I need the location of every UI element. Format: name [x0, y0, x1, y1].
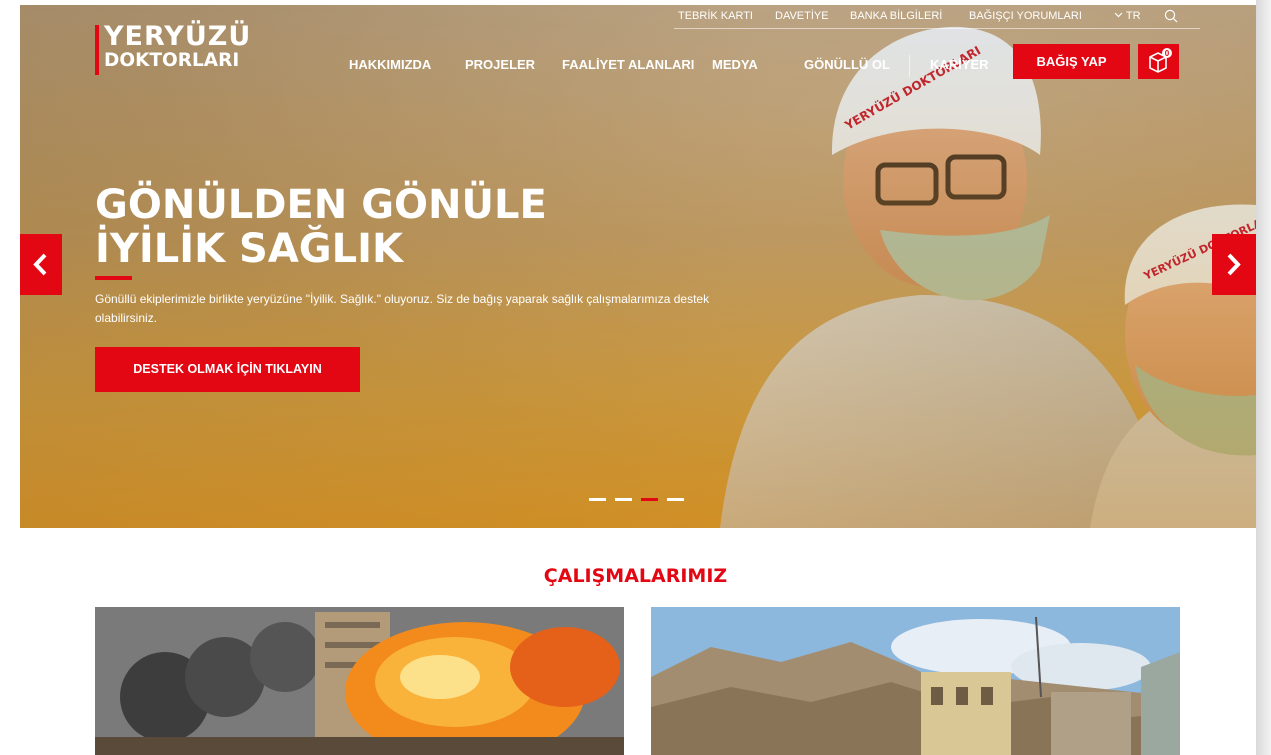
slider-next-button[interactable]	[1212, 234, 1256, 295]
hero-slider: YERYÜZÜ DOKTORLARI YERYÜZÜ DOKTORLARI YE…	[20, 5, 1256, 528]
chevron-right-icon	[1227, 253, 1241, 276]
nav-projects[interactable]: PROJELER	[465, 57, 535, 72]
slide-dot-4[interactable]	[667, 498, 684, 501]
hero-title-line1: GÖNÜLDEN GÖNÜLE	[95, 182, 547, 228]
nav-media[interactable]: MEDYA	[712, 57, 758, 72]
hero-accent-rule	[95, 276, 132, 280]
work-card-1[interactable]	[95, 607, 624, 755]
logo-line1: YERYÜZÜ	[104, 21, 252, 52]
slide-dot-2[interactable]	[615, 498, 632, 501]
gift-box-icon: 0	[1149, 48, 1172, 73]
util-link-bank-info[interactable]: BANKA BİLGİLERİ	[850, 10, 942, 22]
util-link-greeting-card[interactable]: TEBRİK KARTI	[678, 10, 753, 22]
nav-career[interactable]: KARİYER	[930, 57, 989, 72]
hero-cta-button[interactable]: DESTEK OLMAK İÇİN TIKLAYIN	[95, 347, 360, 392]
slider-prev-button[interactable]	[20, 234, 62, 295]
nav-about[interactable]: HAKKIMIZDA	[349, 57, 431, 72]
nav-areas[interactable]: FAALİYET ALANLARI	[562, 57, 694, 72]
util-link-donor-reviews[interactable]: BAĞIŞÇI YORUMLARI	[969, 10, 1082, 22]
cart-count-badge: 0	[1165, 49, 1170, 58]
util-link-invitation[interactable]: DAVETİYE	[775, 10, 829, 22]
hero-description: Gönüllü ekiplerimizle birlikte yeryüzüne…	[95, 292, 710, 325]
nav-volunteer[interactable]: GÖNÜLLÜ OL	[804, 57, 890, 72]
chevron-down-icon	[1114, 12, 1123, 18]
slide-dot-1[interactable]	[589, 498, 606, 501]
hero-title-line2: İYİLİK SAĞLIK	[95, 226, 403, 272]
section-title: ÇALIŞMALARIMIZ	[543, 565, 728, 587]
utility-nav: TEBRİK KARTI DAVETİYE BANKA BİLGİLERİ BA…	[674, 7, 1194, 29]
cart-button[interactable]: 0	[1138, 44, 1179, 79]
work-card-2[interactable]	[651, 607, 1180, 755]
language-selector[interactable]: TR	[1114, 10, 1141, 22]
slide-dot-3-active[interactable]	[641, 498, 658, 501]
donate-button[interactable]: BAĞIŞ YAP	[1013, 44, 1130, 79]
homepage: YERYÜZÜ DOKTORLARI YERYÜZÜ DOKTORLARI YE…	[0, 0, 1271, 755]
utility-divider	[674, 28, 1200, 29]
search-icon[interactable]	[1164, 9, 1178, 23]
nav-separator	[909, 55, 910, 77]
page-edge-shadow	[1256, 0, 1271, 755]
language-code: TR	[1125, 10, 1141, 22]
chevron-left-icon	[33, 253, 47, 276]
explosion-building-photo	[95, 607, 624, 755]
earthquake-ruins-photo	[651, 607, 1180, 755]
hero-title: GÖNÜLDEN GÖNÜLE İYİLİK SAĞLIK	[95, 183, 547, 271]
